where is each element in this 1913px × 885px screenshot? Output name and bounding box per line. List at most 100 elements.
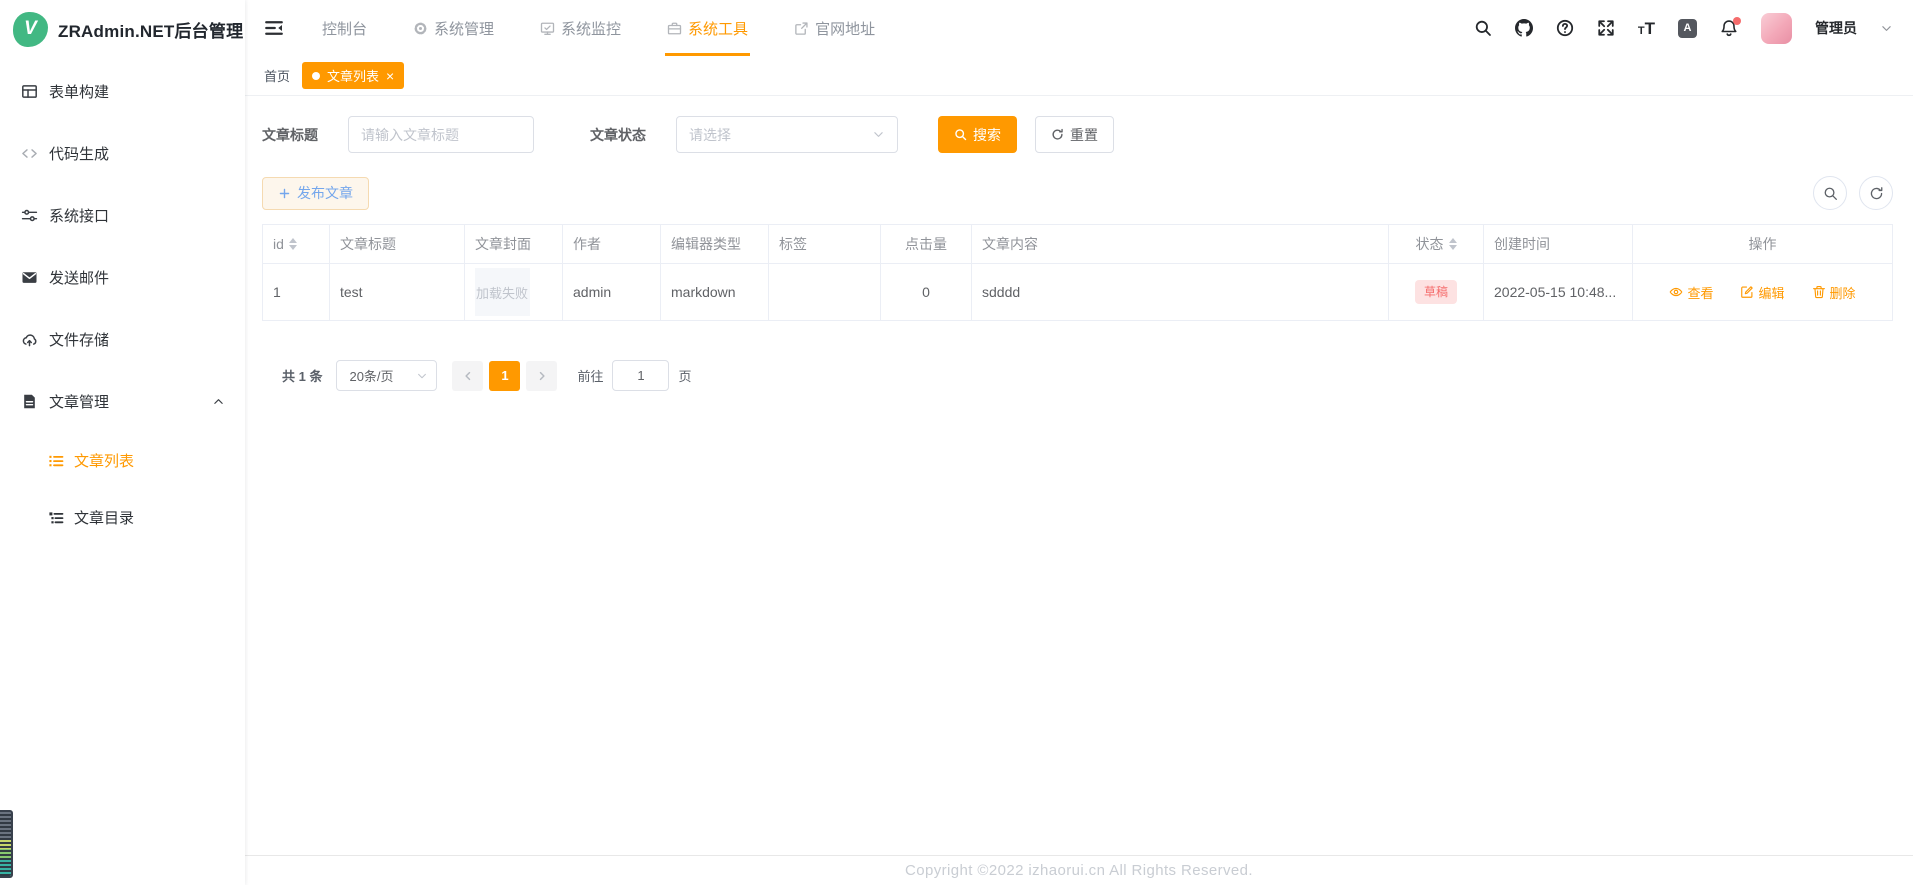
select-placeholder: 请选择 xyxy=(689,125,731,145)
trash-icon xyxy=(1812,285,1826,299)
tab-home[interactable]: 首页 xyxy=(264,66,290,85)
pagination: 共 1 条 20条/页 1 前往 页 xyxy=(282,360,1895,391)
github-icon xyxy=(1515,19,1533,37)
sidebar-item-article-list[interactable]: 文章列表 xyxy=(0,432,245,489)
page-footer: Copyright ©2022 izhaorui.cn All Rights R… xyxy=(245,855,1913,885)
gear-icon xyxy=(413,21,428,36)
view-label: 查看 xyxy=(1687,283,1713,302)
article-status-select[interactable]: 请选择 xyxy=(676,116,898,153)
reset-button[interactable]: 重置 xyxy=(1035,116,1114,153)
sidebar-item-code-gen[interactable]: 代码生成 xyxy=(0,122,245,184)
column-header-editor-type: 编辑器类型 xyxy=(661,225,769,264)
goto-page-input[interactable] xyxy=(612,360,669,391)
chevron-left-icon xyxy=(462,370,474,382)
toolbox-icon xyxy=(667,21,682,36)
table-toolbar: 发布文章 xyxy=(262,176,1895,210)
show-search-toggle-button[interactable] xyxy=(1813,176,1847,210)
sidebar-item-label: 文件存储 xyxy=(49,329,109,350)
article-title-input[interactable] xyxy=(348,116,534,153)
edit-button[interactable]: 编辑 xyxy=(1740,283,1784,302)
notification-badge xyxy=(1733,17,1741,25)
prev-page-button[interactable] xyxy=(452,361,483,391)
table-tools xyxy=(1813,176,1895,210)
column-label: 作者 xyxy=(573,236,601,252)
sort-caret-icon[interactable] xyxy=(289,238,297,250)
header-search-button[interactable] xyxy=(1474,19,1492,37)
sliders-icon xyxy=(21,207,38,224)
active-dot-icon xyxy=(312,72,320,80)
next-page-button[interactable] xyxy=(526,361,557,391)
sidebar-item-label: 发送邮件 xyxy=(49,267,109,288)
app-root: V ZRAdmin.NET后台管理 表单构建 代码生成 系统接口 发送邮件 xyxy=(0,0,1913,885)
github-button[interactable] xyxy=(1515,19,1533,37)
language-switch-button[interactable]: A xyxy=(1678,19,1697,38)
column-header-id[interactable]: id xyxy=(263,225,330,264)
cell-id: 1 xyxy=(263,264,330,321)
sort-caret-icon[interactable] xyxy=(1449,238,1457,250)
sidebar-item-label: 表单构建 xyxy=(49,81,109,102)
help-button[interactable] xyxy=(1556,19,1574,37)
column-label: id xyxy=(273,236,284,252)
sidebar-item-system-api[interactable]: 系统接口 xyxy=(0,184,245,246)
app-title: ZRAdmin.NET后台管理 xyxy=(58,17,243,42)
cell-content: sdddd xyxy=(972,264,1389,321)
table-header-row: id 文章标题 文章封面 作者 编辑器类型 标签 点击量 文章内容 状态 创建时… xyxy=(263,225,1893,264)
performance-meter-widget[interactable] xyxy=(0,810,13,878)
close-icon[interactable]: × xyxy=(386,69,394,83)
cell-cover: 加载失败 xyxy=(465,264,563,321)
nav-item-official-site[interactable]: 官网地址 xyxy=(794,0,875,56)
sidebar-collapse-button[interactable] xyxy=(245,0,294,56)
tab-article-list[interactable]: 文章列表 × xyxy=(302,62,404,89)
sidebar-item-form-builder[interactable]: 表单构建 xyxy=(0,60,245,122)
sidebar-item-article-catalog[interactable]: 文章目录 xyxy=(0,489,245,546)
delete-button[interactable]: 删除 xyxy=(1812,283,1856,302)
app-logo-row[interactable]: V ZRAdmin.NET后台管理 xyxy=(0,0,245,58)
column-header-status[interactable]: 状态 xyxy=(1389,225,1484,264)
plus-icon xyxy=(278,187,291,200)
header-actions: TT A 管理员 xyxy=(1474,0,1913,56)
view-button[interactable]: 查看 xyxy=(1669,283,1713,302)
question-circle-icon xyxy=(1556,19,1574,37)
fullscreen-button[interactable] xyxy=(1597,19,1615,37)
column-label: 状态 xyxy=(1416,234,1444,254)
search-button[interactable]: 搜索 xyxy=(938,116,1017,153)
user-avatar[interactable] xyxy=(1761,13,1792,44)
document-icon xyxy=(21,393,38,410)
current-page-button[interactable]: 1 xyxy=(489,361,520,391)
cloud-upload-icon xyxy=(21,331,38,348)
edit-label: 编辑 xyxy=(1758,283,1784,302)
sidebar-item-label: 文章管理 xyxy=(49,391,109,412)
sidebar-menu: 表单构建 代码生成 系统接口 发送邮件 文件存储 文章管理 xyxy=(0,58,245,546)
notifications-button[interactable] xyxy=(1720,19,1738,37)
pagination-total: 共 1 条 xyxy=(282,366,322,385)
edit-icon xyxy=(1740,285,1754,299)
page-content: 文章标题 文章状态 请选择 搜索 重置 xyxy=(245,96,1913,855)
reset-button-label: 重置 xyxy=(1070,125,1098,145)
nav-item-console[interactable]: 控制台 xyxy=(322,0,367,56)
nav-item-system-monitor[interactable]: 系统监控 xyxy=(540,0,621,56)
nav-item-system-tools[interactable]: 系统工具 xyxy=(667,0,748,56)
chevron-down-icon xyxy=(872,128,885,141)
code-icon xyxy=(21,145,38,162)
page-size-select[interactable]: 20条/页 xyxy=(336,360,437,391)
publish-article-button[interactable]: 发布文章 xyxy=(262,177,369,210)
refresh-table-button[interactable] xyxy=(1859,176,1893,210)
chevron-right-icon xyxy=(536,370,548,382)
list-icon xyxy=(48,453,64,469)
translate-icon: A xyxy=(1684,22,1692,34)
sidebar-item-send-mail[interactable]: 发送邮件 xyxy=(0,246,245,308)
eye-icon xyxy=(1669,285,1683,299)
sidebar-item-article-management[interactable]: 文章管理 xyxy=(0,370,245,432)
column-label: 操作 xyxy=(1749,236,1777,252)
user-name[interactable]: 管理员 xyxy=(1815,18,1857,38)
sidebar-item-file-storage[interactable]: 文件存储 xyxy=(0,308,245,370)
sidebar: V ZRAdmin.NET后台管理 表单构建 代码生成 系统接口 发送邮件 xyxy=(0,0,245,885)
sidebar-item-label: 代码生成 xyxy=(49,143,109,164)
user-menu-button[interactable] xyxy=(1880,22,1893,35)
chevron-down-icon xyxy=(416,370,428,382)
copyright-text: Copyright ©2022 izhaorui.cn All Rights R… xyxy=(905,862,1253,879)
nav-item-system-management[interactable]: 系统管理 xyxy=(413,0,494,56)
articles-table: id 文章标题 文章封面 作者 编辑器类型 标签 点击量 文章内容 状态 创建时… xyxy=(262,224,1893,321)
font-size-button[interactable]: TT xyxy=(1638,20,1655,37)
cell-actions: 查看 编辑 删除 xyxy=(1633,264,1893,321)
